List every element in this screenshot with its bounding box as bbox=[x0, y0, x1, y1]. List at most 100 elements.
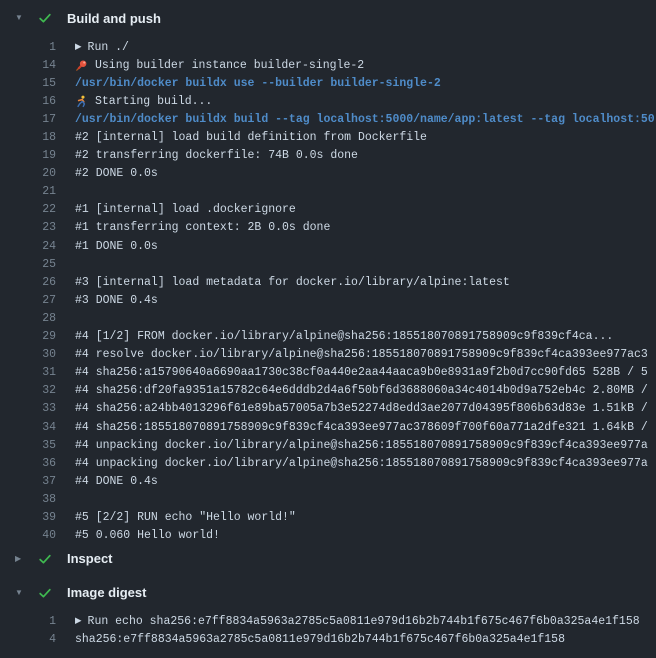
runner-icon bbox=[75, 95, 88, 108]
log-text: #2 transferring dockerfile: 74B 0.0s don… bbox=[75, 149, 358, 162]
log-line: 29 #4 [1/2] FROM docker.io/library/alpin… bbox=[0, 328, 656, 346]
log-line: 24 #1 DONE 0.0s bbox=[0, 237, 656, 255]
log-line-content: Using builder instance builder-single-2 bbox=[75, 59, 364, 72]
line-number[interactable]: 1 bbox=[0, 615, 56, 628]
log-line: 1 ▶Run ./ bbox=[0, 38, 656, 56]
log-line-content: #4 sha256:df20fa9351a15782c64e6dddb2d4a6… bbox=[75, 384, 648, 397]
section-title: Inspect bbox=[67, 551, 113, 566]
line-number[interactable]: 23 bbox=[0, 221, 56, 234]
log-text: /usr/bin/docker buildx use --builder bui… bbox=[75, 77, 441, 90]
line-number[interactable]: 37 bbox=[0, 475, 56, 488]
line-number[interactable]: 31 bbox=[0, 366, 56, 379]
line-number[interactable]: 20 bbox=[0, 167, 56, 180]
line-number[interactable]: 40 bbox=[0, 529, 56, 542]
log-line: 40 #5 0.060 Hello world! bbox=[0, 527, 656, 545]
log-line: 31 #4 sha256:a15790640a6690aa1730c38cf0a… bbox=[0, 364, 656, 382]
log-line-content: #3 [internal] load metadata for docker.i… bbox=[75, 276, 510, 289]
play-icon: ▶ bbox=[75, 617, 82, 626]
line-number[interactable]: 18 bbox=[0, 131, 56, 144]
log-text: #4 sha256:185518070891758909c9f839cf4ca3… bbox=[75, 421, 648, 434]
log-line: 28 bbox=[0, 309, 656, 327]
line-number[interactable]: 19 bbox=[0, 149, 56, 162]
log-line: 34 #4 sha256:185518070891758909c9f839cf4… bbox=[0, 418, 656, 436]
log-line-content: #2 DONE 0.0s bbox=[75, 167, 158, 180]
log-line: 37 #4 DONE 0.4s bbox=[0, 472, 656, 490]
log-line-content: sha256:e7ff8834a5963a2785c5a0811e979d16b… bbox=[75, 633, 565, 646]
line-number[interactable]: 4 bbox=[0, 633, 56, 646]
section-header-build-and-push[interactable]: ▼ Build and push bbox=[0, 6, 656, 30]
log-text: Starting build... bbox=[95, 95, 212, 108]
log-line: 4 sha256:e7ff8834a5963a2785c5a0811e979d1… bbox=[0, 631, 656, 649]
log-text: Run ./ bbox=[88, 41, 129, 54]
log-line: 36 #4 unpacking docker.io/library/alpine… bbox=[0, 454, 656, 472]
log-text: #1 [internal] load .dockerignore bbox=[75, 203, 296, 216]
success-check-icon bbox=[38, 11, 52, 25]
chevron-down-icon: ▼ bbox=[15, 589, 28, 597]
log-line-content: #4 DONE 0.4s bbox=[75, 475, 158, 488]
section-header-inspect[interactable]: ▶ Inspect bbox=[0, 547, 656, 571]
log-line: 32 #4 sha256:df20fa9351a15782c64e6dddb2d… bbox=[0, 382, 656, 400]
log-text: #2 [internal] load build definition from… bbox=[75, 131, 427, 144]
log-line-content: ▶Run ./ bbox=[75, 41, 129, 54]
log-line-content: #4 sha256:185518070891758909c9f839cf4ca3… bbox=[75, 421, 648, 434]
log-line: 22 #1 [internal] load .dockerignore bbox=[0, 201, 656, 219]
log-viewer: ▼ Build and push 1 ▶Run ./ 14 Using b bbox=[0, 0, 656, 652]
line-number[interactable]: 32 bbox=[0, 384, 56, 397]
log-text: #4 resolve docker.io/library/alpine@sha2… bbox=[75, 348, 648, 361]
log-line-content: #2 [internal] load build definition from… bbox=[75, 131, 427, 144]
log-line-content: #4 resolve docker.io/library/alpine@sha2… bbox=[75, 348, 648, 361]
log-text: #1 transferring context: 2B 0.0s done bbox=[75, 221, 330, 234]
pushpin-icon bbox=[75, 59, 88, 72]
line-number[interactable]: 39 bbox=[0, 511, 56, 524]
line-number[interactable]: 33 bbox=[0, 402, 56, 415]
line-number[interactable]: 35 bbox=[0, 439, 56, 452]
log-line: 14 Using builder instance builder-single… bbox=[0, 56, 656, 74]
line-number[interactable]: 26 bbox=[0, 276, 56, 289]
line-number[interactable]: 25 bbox=[0, 258, 56, 271]
log-text: #2 DONE 0.0s bbox=[75, 167, 158, 180]
log-line-content: Starting build... bbox=[75, 95, 212, 108]
log-line: 1 ▶Run echo sha256:e7ff8834a5963a2785c5a… bbox=[0, 613, 656, 631]
line-number[interactable]: 15 bbox=[0, 77, 56, 90]
line-number[interactable]: 16 bbox=[0, 95, 56, 108]
log-line: 20 #2 DONE 0.0s bbox=[0, 165, 656, 183]
log-line: 39 #5 [2/2] RUN echo "Hello world!" bbox=[0, 508, 656, 526]
line-number[interactable]: 21 bbox=[0, 185, 56, 198]
line-number[interactable]: 1 bbox=[0, 41, 56, 54]
log-line: 16 Starting build... bbox=[0, 92, 656, 110]
log-text: #3 [internal] load metadata for docker.i… bbox=[75, 276, 510, 289]
log-line-content: #4 [1/2] FROM docker.io/library/alpine@s… bbox=[75, 330, 613, 343]
log-line-content: #1 DONE 0.0s bbox=[75, 240, 158, 253]
line-number[interactable]: 34 bbox=[0, 421, 56, 434]
log-line-content: /usr/bin/docker buildx use --builder bui… bbox=[75, 77, 441, 90]
log-line: 15 /usr/bin/docker buildx use --builder … bbox=[0, 74, 656, 92]
log-line: 21 bbox=[0, 183, 656, 201]
log-text: #4 sha256:a24bb4013296f61e89ba57005a7b3e… bbox=[75, 402, 648, 415]
chevron-down-icon: ▼ bbox=[15, 14, 28, 22]
line-number[interactable]: 22 bbox=[0, 203, 56, 216]
line-number[interactable]: 17 bbox=[0, 113, 56, 126]
log-line: 35 #4 unpacking docker.io/library/alpine… bbox=[0, 436, 656, 454]
log-text: #4 [1/2] FROM docker.io/library/alpine@s… bbox=[75, 330, 613, 343]
log-text: #4 sha256:df20fa9351a15782c64e6dddb2d4a6… bbox=[75, 384, 648, 397]
log-line: 17 /usr/bin/docker buildx build --tag lo… bbox=[0, 110, 656, 128]
log-line: 26 #3 [internal] load metadata for docke… bbox=[0, 273, 656, 291]
line-number[interactable]: 28 bbox=[0, 312, 56, 325]
log-line-content: #3 DONE 0.4s bbox=[75, 294, 158, 307]
line-number[interactable]: 24 bbox=[0, 240, 56, 253]
line-number[interactable]: 30 bbox=[0, 348, 56, 361]
line-number[interactable]: 29 bbox=[0, 330, 56, 343]
log-line-content: #4 unpacking docker.io/library/alpine@sh… bbox=[75, 457, 648, 470]
log-text: #5 0.060 Hello world! bbox=[75, 529, 220, 542]
line-number[interactable]: 36 bbox=[0, 457, 56, 470]
success-check-icon bbox=[38, 586, 52, 600]
log-text: #4 sha256:a15790640a6690aa1730c38cf0a440… bbox=[75, 366, 648, 379]
chevron-right-icon: ▶ bbox=[15, 555, 28, 563]
line-number[interactable]: 14 bbox=[0, 59, 56, 72]
log-text: #4 unpacking docker.io/library/alpine@sh… bbox=[75, 439, 648, 452]
section-header-image-digest[interactable]: ▼ Image digest bbox=[0, 581, 656, 605]
line-number[interactable]: 27 bbox=[0, 294, 56, 307]
line-number[interactable]: 38 bbox=[0, 493, 56, 506]
log-line-content: #4 unpacking docker.io/library/alpine@sh… bbox=[75, 439, 648, 452]
log-line-content: #5 0.060 Hello world! bbox=[75, 529, 220, 542]
